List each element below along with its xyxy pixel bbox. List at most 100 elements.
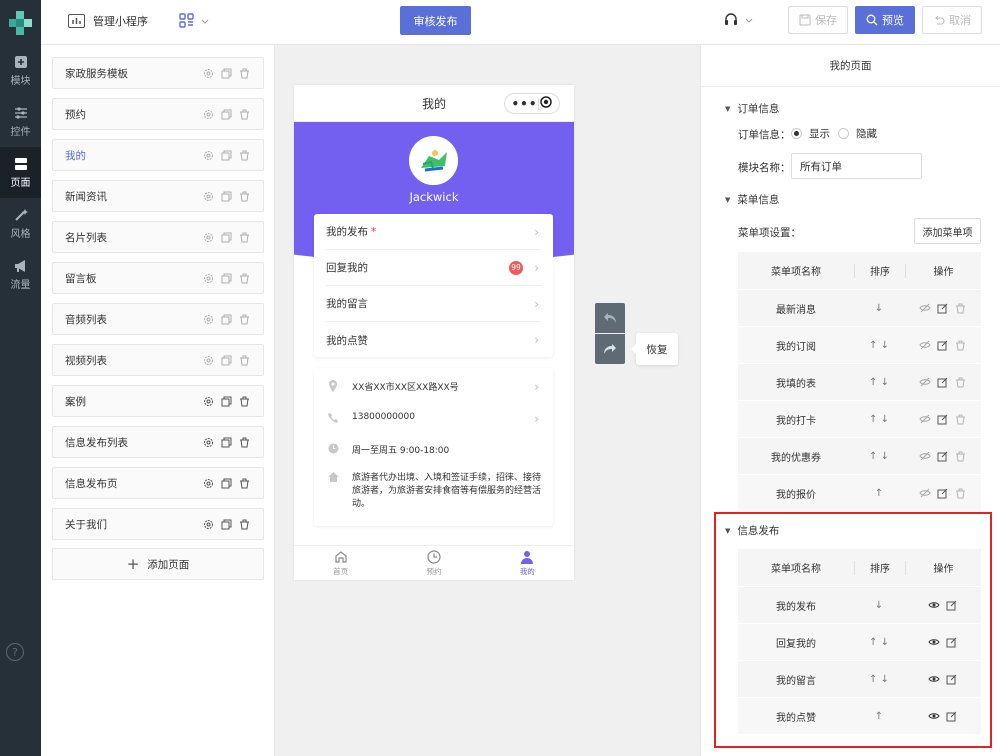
trash-icon[interactable] bbox=[238, 518, 251, 531]
undo-button[interactable] bbox=[595, 303, 625, 333]
page-item[interactable]: 关于我们 bbox=[52, 508, 264, 540]
trash-icon[interactable] bbox=[238, 67, 251, 80]
edit-icon[interactable] bbox=[936, 376, 949, 389]
nav-item-pages[interactable]: 页面 bbox=[0, 147, 41, 198]
copy-icon[interactable] bbox=[220, 477, 233, 490]
trash-icon[interactable] bbox=[238, 395, 251, 408]
trash-icon[interactable] bbox=[954, 450, 967, 463]
radio-show[interactable]: 显示 bbox=[791, 126, 830, 141]
gear-icon[interactable] bbox=[202, 231, 215, 244]
gear-icon[interactable] bbox=[202, 272, 215, 285]
copy-icon[interactable] bbox=[220, 67, 233, 80]
page-item[interactable]: 预约 bbox=[52, 98, 264, 130]
page-item[interactable]: 新闻资讯 bbox=[52, 180, 264, 212]
copy-icon[interactable] bbox=[220, 436, 233, 449]
trash-icon[interactable] bbox=[954, 339, 967, 352]
sort-arrows[interactable]: ↑ bbox=[854, 488, 904, 499]
gear-icon[interactable] bbox=[202, 67, 215, 80]
section-order-toggle[interactable]: ▼ 订单信息 bbox=[725, 101, 779, 116]
eye-off-icon[interactable] bbox=[918, 413, 931, 426]
eye-off-icon[interactable] bbox=[918, 339, 931, 352]
trash-icon[interactable] bbox=[238, 354, 251, 367]
section-menu-toggle[interactable]: ▼ 菜单信息 bbox=[725, 192, 779, 207]
cancel-button[interactable]: 取消 bbox=[922, 6, 982, 34]
copy-icon[interactable] bbox=[220, 354, 233, 367]
publish-review-button[interactable]: 审核发布 bbox=[400, 6, 471, 35]
gear-icon[interactable] bbox=[202, 436, 215, 449]
trash-icon[interactable] bbox=[238, 190, 251, 203]
app-switcher[interactable] bbox=[179, 13, 210, 28]
edit-icon[interactable] bbox=[936, 339, 949, 352]
page-item[interactable]: 留言板 bbox=[52, 262, 264, 294]
trash-icon[interactable] bbox=[238, 436, 251, 449]
copy-icon[interactable] bbox=[220, 108, 233, 121]
copy-icon[interactable] bbox=[220, 149, 233, 162]
page-item[interactable]: 名片列表 bbox=[52, 221, 264, 253]
copy-icon[interactable] bbox=[220, 313, 233, 326]
gear-icon[interactable] bbox=[202, 395, 215, 408]
sort-arrows[interactable]: ↓ bbox=[854, 303, 904, 314]
nav-item-traffic[interactable]: 流量 bbox=[0, 249, 41, 300]
trash-icon[interactable] bbox=[954, 487, 967, 500]
avatar[interactable] bbox=[409, 136, 458, 185]
gear-icon[interactable] bbox=[202, 518, 215, 531]
gear-icon[interactable] bbox=[202, 190, 215, 203]
trash-icon[interactable] bbox=[954, 413, 967, 426]
page-item[interactable]: 音频列表 bbox=[52, 303, 264, 335]
trash-icon[interactable] bbox=[954, 302, 967, 315]
copy-icon[interactable] bbox=[220, 272, 233, 285]
page-item[interactable]: 信息发布页 bbox=[52, 467, 264, 499]
edit-icon[interactable] bbox=[936, 302, 949, 315]
menu-row-my-posts[interactable]: 我的发布 * › bbox=[326, 214, 541, 250]
edit-icon[interactable] bbox=[936, 450, 949, 463]
page-item[interactable]: 家政服务模板 bbox=[52, 57, 264, 89]
eye-off-icon[interactable] bbox=[918, 487, 931, 500]
gear-icon[interactable] bbox=[202, 354, 215, 367]
gear-icon[interactable] bbox=[202, 108, 215, 121]
nav-item-modules[interactable]: 模块 bbox=[0, 45, 41, 96]
trash-icon[interactable] bbox=[238, 231, 251, 244]
trash-icon[interactable] bbox=[238, 477, 251, 490]
mini-program-capsule[interactable]: ••• bbox=[504, 93, 560, 114]
add-page-button[interactable]: + 添加页面 bbox=[52, 548, 264, 580]
edit-icon[interactable] bbox=[936, 487, 949, 500]
address-row[interactable]: XX省XX市XX区XX路XX号 › bbox=[328, 380, 543, 395]
sort-arrows[interactable]: ↑ ↓ bbox=[854, 377, 904, 388]
page-item[interactable]: 我的 bbox=[52, 139, 264, 171]
close-capsule-icon[interactable] bbox=[540, 96, 553, 111]
page-item[interactable]: 视频列表 bbox=[52, 344, 264, 376]
copy-icon[interactable] bbox=[220, 231, 233, 244]
menu-row-my-messages[interactable]: 我的留言 › bbox=[326, 286, 541, 322]
menu-row-replies[interactable]: 回复我的 99 › bbox=[326, 250, 541, 286]
copy-icon[interactable] bbox=[220, 518, 233, 531]
preview-button[interactable]: 预览 bbox=[855, 6, 915, 34]
sort-arrows[interactable]: ↑ ↓ bbox=[854, 414, 904, 425]
page-item[interactable]: 案例 bbox=[52, 385, 264, 417]
sort-arrows[interactable]: ↑ ↓ bbox=[854, 451, 904, 462]
menu-row-my-likes[interactable]: 我的点赞 › bbox=[326, 322, 541, 358]
gear-icon[interactable] bbox=[202, 313, 215, 326]
tab-booking[interactable]: 预约 bbox=[387, 546, 480, 580]
tab-mine[interactable]: 我的 bbox=[481, 546, 574, 580]
trash-icon[interactable] bbox=[954, 376, 967, 389]
gear-icon[interactable] bbox=[202, 477, 215, 490]
customer-support[interactable] bbox=[723, 12, 754, 28]
tab-home[interactable]: 首页 bbox=[294, 546, 387, 580]
nav-item-style[interactable]: 风格 bbox=[0, 198, 41, 249]
eye-off-icon[interactable] bbox=[918, 376, 931, 389]
copy-icon[interactable] bbox=[220, 190, 233, 203]
help-icon[interactable]: ? bbox=[6, 643, 24, 661]
module-name-input[interactable] bbox=[791, 153, 922, 179]
redo-button[interactable] bbox=[595, 334, 625, 364]
more-icon[interactable]: ••• bbox=[511, 97, 537, 111]
page-item[interactable]: 信息发布列表 bbox=[52, 426, 264, 458]
eye-off-icon[interactable] bbox=[918, 450, 931, 463]
eye-off-icon[interactable] bbox=[918, 302, 931, 315]
trash-icon[interactable] bbox=[238, 272, 251, 285]
phone-row[interactable]: 13800000000 › bbox=[328, 412, 543, 426]
save-button[interactable]: 保存 bbox=[788, 6, 848, 34]
edit-icon[interactable] bbox=[936, 413, 949, 426]
radio-hide[interactable]: 隐藏 bbox=[838, 126, 877, 141]
trash-icon[interactable] bbox=[238, 313, 251, 326]
copy-icon[interactable] bbox=[220, 395, 233, 408]
